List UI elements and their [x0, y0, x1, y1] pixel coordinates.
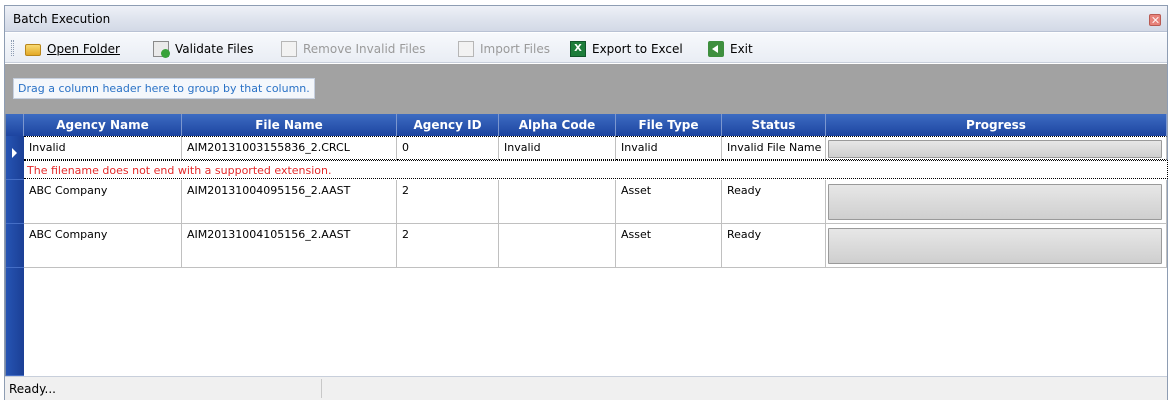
status-text: Ready...: [9, 382, 56, 396]
remove-invalid-files-button[interactable]: Remove Invalid Files: [281, 40, 426, 58]
column-header-status[interactable]: Status: [722, 114, 826, 136]
cell-progress[interactable]: [826, 136, 1167, 160]
row-selector-header: [6, 114, 24, 136]
cell-file-name[interactable]: AIM20131004105156_2.AAST: [182, 224, 397, 268]
exit-icon: [708, 41, 724, 57]
excel-icon: X: [570, 41, 586, 57]
progress-bar: [828, 140, 1162, 158]
files-grid[interactable]: Agency Name File Name Agency ID Alpha Co…: [5, 114, 1168, 376]
progress-bar: [828, 228, 1162, 264]
validate-files-button[interactable]: Validate Files: [153, 40, 254, 58]
remove-invalid-files-label: Remove Invalid Files: [303, 42, 426, 56]
cell-alpha-code[interactable]: Invalid: [499, 136, 616, 160]
status-divider: [321, 379, 322, 398]
empty-row-selector-area: [6, 268, 24, 376]
cell-agency-id[interactable]: 2: [397, 180, 499, 224]
title-bar: Batch Execution: [5, 6, 1167, 32]
export-to-excel-button[interactable]: X Export to Excel: [570, 40, 683, 58]
column-header-progress[interactable]: Progress: [826, 114, 1167, 136]
row-selector[interactable]: [6, 224, 24, 268]
toolbar-grip-icon[interactable]: [11, 40, 14, 56]
row-error-message: The filename does not end with a support…: [24, 160, 1168, 179]
open-folder-button[interactable]: Open Folder: [25, 40, 120, 58]
column-header-agency-name[interactable]: Agency Name: [24, 114, 182, 136]
group-by-panel[interactable]: Drag a column header here to group by th…: [5, 64, 1167, 114]
status-bar: Ready...: [5, 376, 1167, 400]
column-header-file-name[interactable]: File Name: [182, 114, 397, 136]
exit-label: Exit: [730, 42, 753, 56]
import-files-label: Import Files: [480, 42, 550, 56]
import-files-button[interactable]: Import Files: [458, 40, 550, 58]
cell-agency-name[interactable]: ABC Company: [24, 224, 182, 268]
cell-file-name[interactable]: AIM20131003155836_2.CRCL: [182, 136, 397, 160]
column-header-agency-id[interactable]: Agency ID: [397, 114, 499, 136]
current-row-arrow-icon: [12, 148, 17, 158]
validate-icon: [153, 41, 170, 58]
row-selector[interactable]: [6, 136, 24, 180]
window-title: Batch Execution: [13, 12, 111, 26]
column-header-file-type[interactable]: File Type: [616, 114, 722, 136]
cell-status[interactable]: Ready: [722, 224, 826, 268]
row-selector[interactable]: [6, 180, 24, 224]
column-header-alpha-code[interactable]: Alpha Code: [499, 114, 616, 136]
export-to-excel-label: Export to Excel: [592, 42, 683, 56]
cell-agency-name[interactable]: Invalid: [24, 136, 182, 160]
cell-file-type[interactable]: Asset: [616, 180, 722, 224]
cell-alpha-code[interactable]: [499, 224, 616, 268]
cell-file-type[interactable]: Invalid: [616, 136, 722, 160]
validate-files-label: Validate Files: [175, 42, 254, 56]
cell-agency-name[interactable]: ABC Company: [24, 180, 182, 224]
progress-bar: [828, 184, 1162, 220]
batch-execution-window: Batch Execution Open Folder Validate Fil…: [4, 5, 1168, 400]
cell-progress[interactable]: [826, 224, 1167, 268]
cell-status[interactable]: Invalid File Name: [722, 136, 826, 160]
exit-button[interactable]: Exit: [708, 40, 753, 58]
cell-alpha-code[interactable]: [499, 180, 616, 224]
cell-agency-id[interactable]: 0: [397, 136, 499, 160]
cell-file-type[interactable]: Asset: [616, 224, 722, 268]
close-icon[interactable]: [1149, 14, 1161, 26]
open-folder-label: Open Folder: [47, 42, 120, 56]
cell-file-name[interactable]: AIM20131004095156_2.AAST: [182, 180, 397, 224]
cell-progress[interactable]: [826, 180, 1167, 224]
cell-status[interactable]: Ready: [722, 180, 826, 224]
remove-file-icon: [281, 41, 297, 57]
toolbar: Open Folder Validate Files Remove Invali…: [5, 33, 1167, 63]
folder-icon: [25, 44, 41, 56]
group-by-hint: Drag a column header here to group by th…: [13, 78, 315, 99]
import-icon: [458, 41, 474, 57]
cell-agency-id[interactable]: 2: [397, 224, 499, 268]
